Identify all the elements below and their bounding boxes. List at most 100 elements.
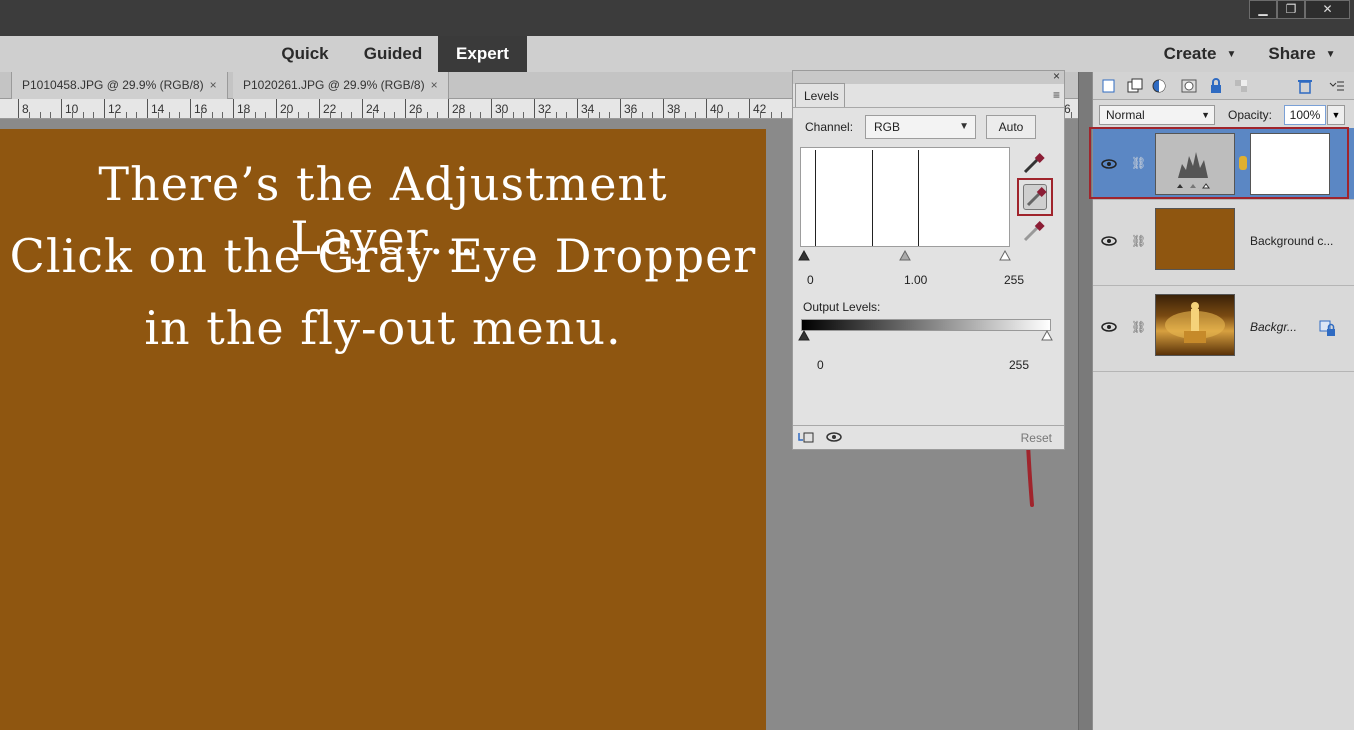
white-eyedropper-icon[interactable] bbox=[1021, 221, 1047, 243]
blend-mode-select[interactable]: Normal ▼ bbox=[1099, 105, 1215, 125]
close-icon[interactable]: × bbox=[210, 78, 217, 92]
photo-thumbnail bbox=[1155, 294, 1235, 356]
layers-toolbar bbox=[1093, 72, 1354, 100]
output-white-value[interactable]: 255 bbox=[1009, 358, 1029, 372]
ruler-minor-tick bbox=[598, 112, 600, 118]
ruler-minor-tick bbox=[480, 112, 482, 118]
ruler-minor-tick bbox=[265, 112, 267, 118]
create-menu[interactable]: Create ▼ bbox=[1156, 36, 1244, 72]
ruler-minor-tick bbox=[114, 112, 116, 118]
ruler-minor-tick bbox=[426, 112, 428, 118]
close-icon[interactable]: × bbox=[1053, 69, 1060, 83]
layer-background-color[interactable]: ⛓ Background c... bbox=[1093, 200, 1354, 286]
trash-icon[interactable] bbox=[1297, 78, 1313, 94]
channel-select[interactable]: RGB ▼ bbox=[865, 115, 976, 139]
ruler-tick bbox=[534, 99, 535, 118]
ruler-minor-tick bbox=[566, 112, 568, 118]
channel-label: Channel: bbox=[805, 120, 854, 134]
ruler-tick bbox=[577, 99, 578, 118]
ruler-tick bbox=[405, 99, 406, 118]
locked-layer-icon bbox=[1319, 320, 1335, 336]
panel-menu-icon[interactable]: ≡ bbox=[1053, 88, 1060, 102]
histogram-line bbox=[815, 150, 816, 246]
chevron-down-icon: ▼ bbox=[959, 121, 969, 132]
layer-mask-icon[interactable] bbox=[1181, 78, 1197, 94]
mode-guided[interactable]: Guided bbox=[350, 36, 436, 72]
ruler-minor-tick bbox=[136, 112, 138, 118]
ruler-minor-tick bbox=[759, 112, 761, 118]
ruler-tick bbox=[448, 99, 449, 118]
visibility-eye-icon[interactable] bbox=[825, 431, 843, 443]
gray-eyedropper-button[interactable] bbox=[1017, 178, 1053, 216]
ruler-minor-tick bbox=[458, 112, 460, 118]
output-black-value[interactable]: 0 bbox=[817, 358, 824, 372]
auto-button[interactable]: Auto bbox=[986, 115, 1036, 139]
ruler-minor-tick bbox=[501, 112, 503, 118]
histogram bbox=[800, 147, 1010, 247]
document-canvas[interactable]: There’s the Adjustment Layer… Click on t… bbox=[0, 129, 766, 730]
reset-button[interactable]: Reset bbox=[1021, 431, 1052, 445]
ruler-minor-tick bbox=[243, 112, 245, 118]
ruler-minor-tick bbox=[394, 112, 396, 118]
output-levels-slider[interactable] bbox=[797, 329, 1061, 343]
visibility-eye-icon[interactable] bbox=[1101, 321, 1117, 333]
tab-scroll bbox=[0, 72, 12, 99]
tab-label: P1020261.JPG @ 29.9% (RGB/8) bbox=[243, 78, 425, 92]
mode-quick[interactable]: Quick bbox=[270, 36, 340, 72]
panel-menu-icon[interactable] bbox=[1329, 78, 1345, 94]
input-black-value[interactable]: 0 bbox=[807, 273, 814, 287]
close-window-button[interactable]: ✕ bbox=[1305, 0, 1350, 19]
divider bbox=[793, 107, 1064, 108]
lock-icon[interactable] bbox=[1208, 78, 1224, 94]
levels-panel: × Levels ≡ Channel: RGB ▼ Auto 0 1.00 25… bbox=[792, 69, 1065, 450]
tab-label: P1010458.JPG @ 29.9% (RGB/8) bbox=[22, 78, 204, 92]
blend-mode-value: Normal bbox=[1106, 108, 1145, 122]
input-gamma-value[interactable]: 1.00 bbox=[904, 273, 927, 287]
ruler-tick bbox=[319, 99, 320, 118]
ruler-minor-tick bbox=[222, 112, 224, 118]
input-levels-slider[interactable] bbox=[797, 249, 1017, 263]
close-icon[interactable]: × bbox=[431, 78, 438, 92]
overlay-line-3: in the fly-out menu. bbox=[144, 301, 622, 355]
chevron-down-icon: ▼ bbox=[1226, 48, 1237, 60]
restore-button[interactable]: ❐ bbox=[1277, 0, 1305, 19]
adjustment-layer-icon[interactable] bbox=[1151, 78, 1167, 94]
black-eyedropper-icon[interactable] bbox=[1021, 153, 1047, 175]
ruler-number: 8 bbox=[22, 102, 29, 116]
ruler-number: 6 bbox=[1064, 102, 1071, 116]
layer-background-photo[interactable]: ⛓ Backgr... bbox=[1093, 286, 1354, 372]
ruler-minor-tick bbox=[415, 112, 417, 118]
ruler-tick bbox=[749, 99, 750, 118]
ruler-tick bbox=[362, 99, 363, 118]
chevron-down-icon: ▼ bbox=[1331, 110, 1341, 120]
ruler-minor-tick bbox=[716, 112, 718, 118]
input-white-value[interactable]: 255 bbox=[1004, 273, 1024, 287]
ruler-minor-tick bbox=[50, 112, 52, 118]
tab-p1020261[interactable]: P1020261.JPG @ 29.9% (RGB/8) × bbox=[233, 72, 449, 99]
tab-p1010458[interactable]: P1010458.JPG @ 29.9% (RGB/8) × bbox=[12, 72, 228, 99]
ruler-minor-tick bbox=[738, 112, 740, 118]
mode-expert[interactable]: Expert bbox=[438, 36, 527, 72]
lock-transparency-icon[interactable] bbox=[1233, 78, 1249, 94]
ruler-minor-tick bbox=[512, 112, 514, 118]
ruler-minor-tick bbox=[340, 112, 342, 118]
ruler-minor-tick bbox=[82, 112, 84, 118]
color-fill-thumbnail bbox=[1155, 208, 1235, 270]
share-menu[interactable]: Share ▼ bbox=[1260, 36, 1344, 72]
ruler-minor-tick bbox=[297, 112, 299, 118]
visibility-eye-icon[interactable] bbox=[1101, 235, 1117, 247]
clip-to-layer-icon[interactable] bbox=[797, 431, 815, 445]
new-group-icon[interactable] bbox=[1127, 78, 1143, 94]
ruler-tick bbox=[104, 99, 105, 118]
ruler-tick bbox=[190, 99, 191, 118]
opacity-input[interactable]: 100% bbox=[1284, 105, 1326, 125]
tab-levels[interactable]: Levels bbox=[795, 83, 845, 107]
opacity-dropdown[interactable]: ▼ bbox=[1327, 105, 1345, 125]
ruler-minor-tick bbox=[93, 112, 95, 118]
new-layer-icon[interactable] bbox=[1101, 78, 1117, 94]
ruler-minor-tick bbox=[587, 112, 589, 118]
ruler-minor-tick bbox=[555, 112, 557, 118]
layer-name: Background c... bbox=[1250, 234, 1334, 248]
minimize-button[interactable]: ▁ bbox=[1249, 0, 1277, 19]
ruler-minor-tick bbox=[372, 112, 374, 118]
